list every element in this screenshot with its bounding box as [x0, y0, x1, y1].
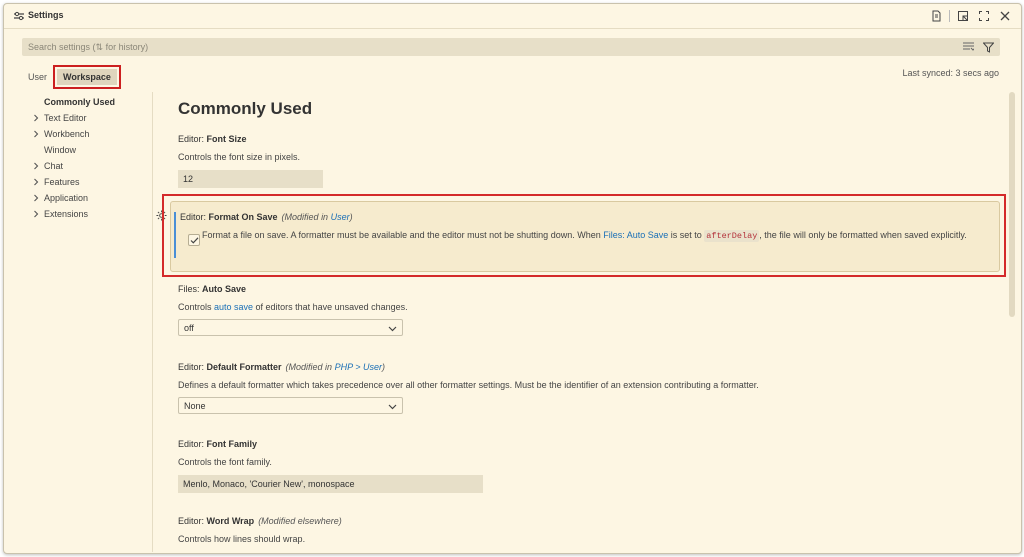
highlight-frame — [162, 194, 1006, 277]
setting-word-wrap: Editor: Word Wrap (Modified elsewhere) Co… — [178, 516, 998, 546]
chevron-right-icon — [34, 162, 39, 170]
toc-item-label: Features — [44, 177, 80, 187]
tab-workspace-highlight: Workspace — [53, 65, 121, 89]
setting-font-family: Editor: Font Family Controls the font fa… — [178, 439, 998, 493]
chevron-right-icon — [34, 114, 39, 122]
filter-list-icon[interactable] — [962, 40, 974, 54]
tab-workspace[interactable]: Workspace — [57, 69, 117, 85]
setting-title: Editor: Font Family — [178, 439, 258, 449]
setting-description: Controls how lines should wrap. — [178, 534, 306, 544]
modified-in-link[interactable]: PHP > User — [335, 362, 382, 372]
chevron-right-icon — [34, 178, 39, 186]
scrollbar-thumb[interactable] — [1009, 92, 1015, 317]
chevron-down-icon — [388, 326, 397, 332]
font-size-input[interactable] — [178, 170, 323, 188]
toc-item-label: Commonly Used — [44, 97, 116, 107]
open-json-icon[interactable] — [928, 8, 944, 24]
setting-title: Files: Auto Save — [178, 284, 247, 294]
toc-item-label: Text Editor — [44, 113, 87, 123]
default-formatter-select[interactable]: None — [178, 397, 403, 414]
chevron-right-icon — [34, 130, 39, 138]
chevron-right-icon — [34, 210, 39, 218]
window-title: Settings — [28, 10, 64, 20]
search-bar — [22, 38, 1000, 56]
toc-item-application[interactable]: Application — [28, 190, 148, 206]
modified-indicator: (Modified elsewhere) — [258, 516, 342, 526]
toc-item-features[interactable]: Features — [28, 174, 148, 190]
setting-description: Defines a default formatter which takes … — [178, 380, 759, 390]
title-bar-actions — [928, 8, 1013, 24]
toc-item-label: Chat — [44, 161, 64, 171]
filter-funnel-icon[interactable] — [982, 40, 994, 54]
toc-item-text-editor[interactable]: Text Editor — [28, 110, 148, 126]
toc-item-chat[interactable]: Chat — [28, 158, 148, 174]
auto-save-select[interactable]: off — [178, 319, 403, 336]
split-editor-icon[interactable] — [955, 8, 971, 24]
setting-auto-save: Files: Auto Save Controls auto save of e… — [178, 284, 998, 336]
maximize-icon[interactable] — [976, 8, 992, 24]
chevron-right-icon — [34, 194, 39, 202]
section-title: Commonly Used — [178, 99, 313, 118]
setting-default-formatter: Editor: Default Formatter (Modified in PH… — [178, 362, 998, 414]
toc-item-workbench[interactable]: Workbench — [28, 126, 148, 142]
setting-description: Controls the font family. — [178, 457, 272, 467]
settings-window: Settings Use — [3, 3, 1022, 554]
toc-item-commonly-used[interactable]: Commonly Used — [28, 94, 148, 110]
scope-tabs: User Workspace — [28, 65, 121, 89]
chevron-down-icon — [388, 404, 397, 410]
toc-item-label: Extensions — [44, 209, 89, 219]
toc-divider — [152, 92, 153, 552]
sync-status: Last synced: 3 secs ago — [902, 68, 999, 78]
setting-title: Editor: Default Formatter (Modified in PH… — [178, 362, 385, 372]
font-family-input[interactable] — [178, 475, 483, 493]
close-icon[interactable] — [997, 8, 1013, 24]
setting-description: Controls the font size in pixels. — [178, 152, 301, 162]
setting-font-size: Editor: Font Size Controls the font size… — [178, 134, 998, 188]
setting-title: Editor: Word Wrap (Modified elsewhere) — [178, 516, 342, 526]
settings-sliders-icon — [14, 11, 24, 21]
search-input[interactable] — [22, 38, 948, 56]
toolbar-separator — [949, 10, 950, 22]
toc-item-window[interactable]: Window — [28, 142, 148, 158]
toc-item-label: Application — [44, 193, 89, 203]
auto-save-link[interactable]: auto save — [214, 302, 253, 312]
title-bar: Settings — [4, 4, 1021, 29]
modified-indicator: (Modified in PHP > User) — [285, 362, 385, 372]
tab-user[interactable]: User — [28, 70, 47, 84]
toc-item-label: Window — [44, 145, 77, 155]
setting-description: Controls auto save of editors that have … — [178, 302, 408, 312]
toc-item-label: Workbench — [44, 129, 90, 139]
setting-title: Editor: Font Size — [178, 134, 247, 144]
toc-item-extensions[interactable]: Extensions — [28, 206, 148, 222]
settings-toc: Commonly Used Text Editor Workbench Window C… — [28, 94, 148, 222]
search-actions — [962, 40, 994, 54]
